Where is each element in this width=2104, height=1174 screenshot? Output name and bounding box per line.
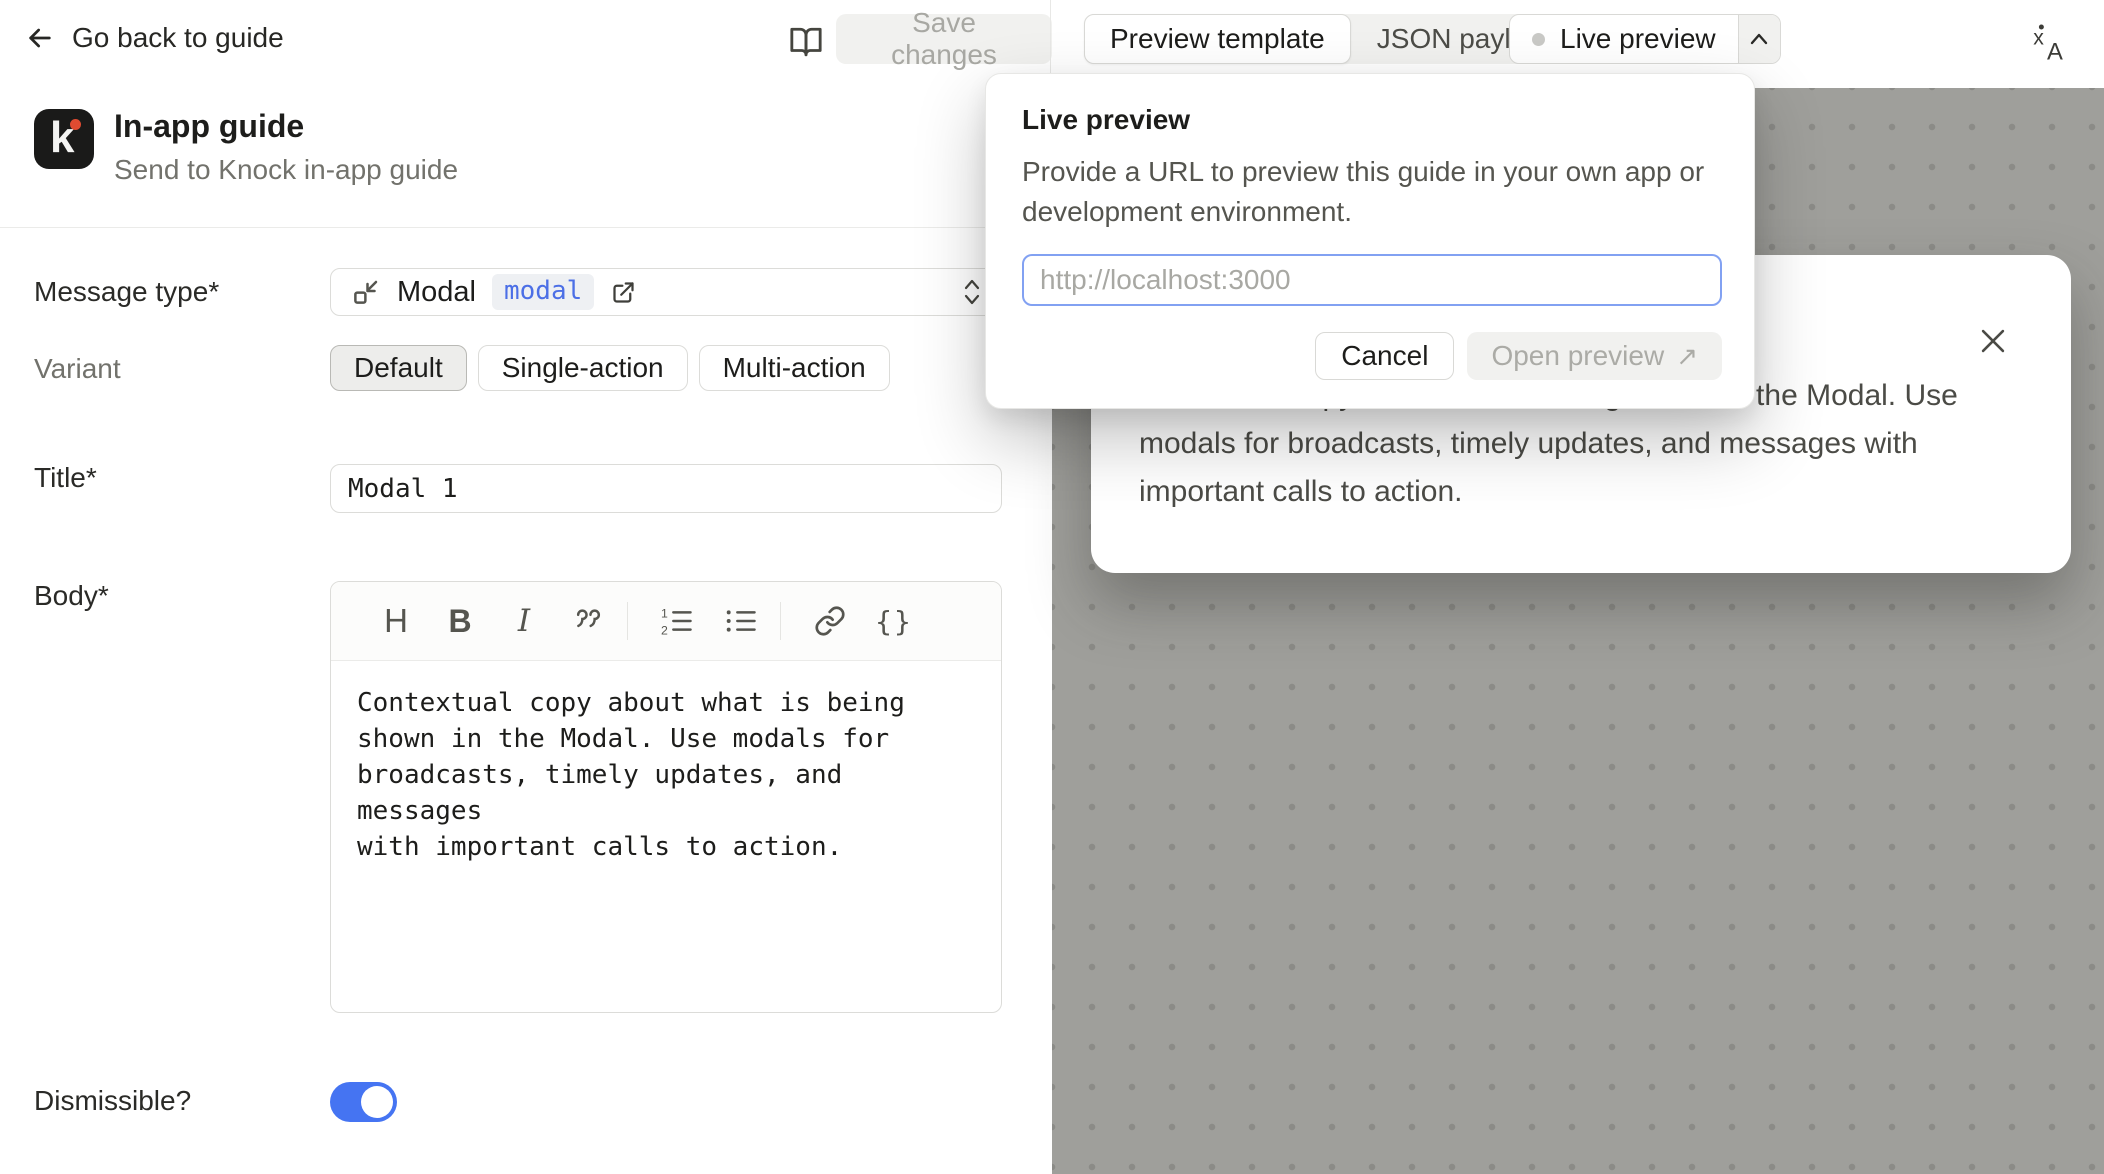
back-link-label: Go back to guide <box>72 22 284 54</box>
editor-panel: Go back to guide Save changes k In-app g… <box>0 0 1052 1174</box>
body-editor: H B I 12 {} Contextual copy about what i… <box>330 581 1002 1013</box>
ordered-list-icon[interactable]: 12 <box>652 597 702 645</box>
quote-icon[interactable] <box>563 597 613 645</box>
docs-button[interactable] <box>784 20 828 64</box>
variant-multi-action-button[interactable]: Multi-action <box>699 345 890 391</box>
translate-icon: x A <box>2032 22 2072 62</box>
dismissible-label: Dismissible? <box>34 1085 191 1117</box>
external-link-icon[interactable] <box>610 279 637 306</box>
dismissible-toggle[interactable] <box>330 1082 397 1122</box>
message-type-key-badge: modal <box>492 274 594 310</box>
editor-toolbar: H B I 12 {} <box>331 582 1001 661</box>
variant-label: Variant <box>34 353 121 385</box>
popover-actions: Cancel Open preview ↗ <box>1022 332 1722 380</box>
variant-button-group: Default Single-action Multi-action <box>330 345 890 391</box>
toolbar-divider <box>780 602 781 640</box>
link-icon[interactable] <box>805 597 855 645</box>
live-preview-control: Live preview <box>1509 14 1781 64</box>
back-arrow-icon <box>24 22 56 54</box>
message-type-value: Modal <box>397 276 476 309</box>
status-dot <box>1532 33 1545 46</box>
save-changes-button[interactable]: Save changes <box>836 14 1052 64</box>
tab-live-preview[interactable]: Live preview <box>1510 15 1738 63</box>
logo-red-dot <box>70 119 81 130</box>
bullet-list-icon[interactable] <box>716 597 766 645</box>
modal-type-icon <box>351 277 381 307</box>
popover-description: Provide a URL to preview this guide in y… <box>1022 152 1742 232</box>
bold-icon[interactable]: B <box>435 597 485 645</box>
variables-icon[interactable]: {} <box>869 597 919 645</box>
book-open-icon <box>789 25 823 59</box>
message-type-label: Message type* <box>34 276 219 308</box>
arrow-up-right-icon: ↗ <box>1676 341 1698 372</box>
svg-text:2: 2 <box>661 624 668 637</box>
toggle-knob <box>361 1086 393 1118</box>
message-type-select[interactable]: Modal modal <box>330 268 1002 316</box>
title-input[interactable] <box>330 464 1002 513</box>
select-chevrons-icon <box>961 277 983 307</box>
live-preview-collapse-button[interactable] <box>1738 15 1780 63</box>
knock-logo: k <box>34 109 94 169</box>
svg-text:1: 1 <box>661 606 668 620</box>
preview-url-input[interactable] <box>1022 254 1722 306</box>
toolbar-divider <box>627 602 628 640</box>
header-divider <box>0 227 1052 228</box>
page-title: In-app guide <box>114 108 304 145</box>
live-preview-label: Live preview <box>1560 23 1716 55</box>
variant-single-action-button[interactable]: Single-action <box>478 345 688 391</box>
open-preview-button[interactable]: Open preview ↗ <box>1467 332 1722 380</box>
italic-icon[interactable]: I <box>499 597 549 645</box>
body-text-area[interactable]: Contextual copy about what is being show… <box>331 661 1001 889</box>
body-label: Body* <box>34 580 109 612</box>
title-label: Title* <box>34 462 97 494</box>
variant-default-button[interactable]: Default <box>330 345 467 391</box>
popover-title: Live preview <box>1022 104 1718 136</box>
heading-icon[interactable]: H <box>371 597 421 645</box>
tab-preview-template[interactable]: Preview template <box>1084 14 1351 64</box>
live-preview-popover: Live preview Provide a URL to preview th… <box>985 73 1755 409</box>
close-icon[interactable] <box>1973 321 2013 361</box>
cancel-button[interactable]: Cancel <box>1315 332 1454 380</box>
back-link[interactable]: Go back to guide <box>24 16 284 60</box>
translate-button[interactable]: x A <box>2026 16 2078 68</box>
open-preview-label: Open preview <box>1491 340 1664 372</box>
chevron-up-icon <box>1748 31 1770 47</box>
page-subtitle: Send to Knock in-app guide <box>114 154 458 186</box>
svg-text:x: x <box>2033 26 2044 50</box>
svg-text:A: A <box>2047 39 2063 63</box>
